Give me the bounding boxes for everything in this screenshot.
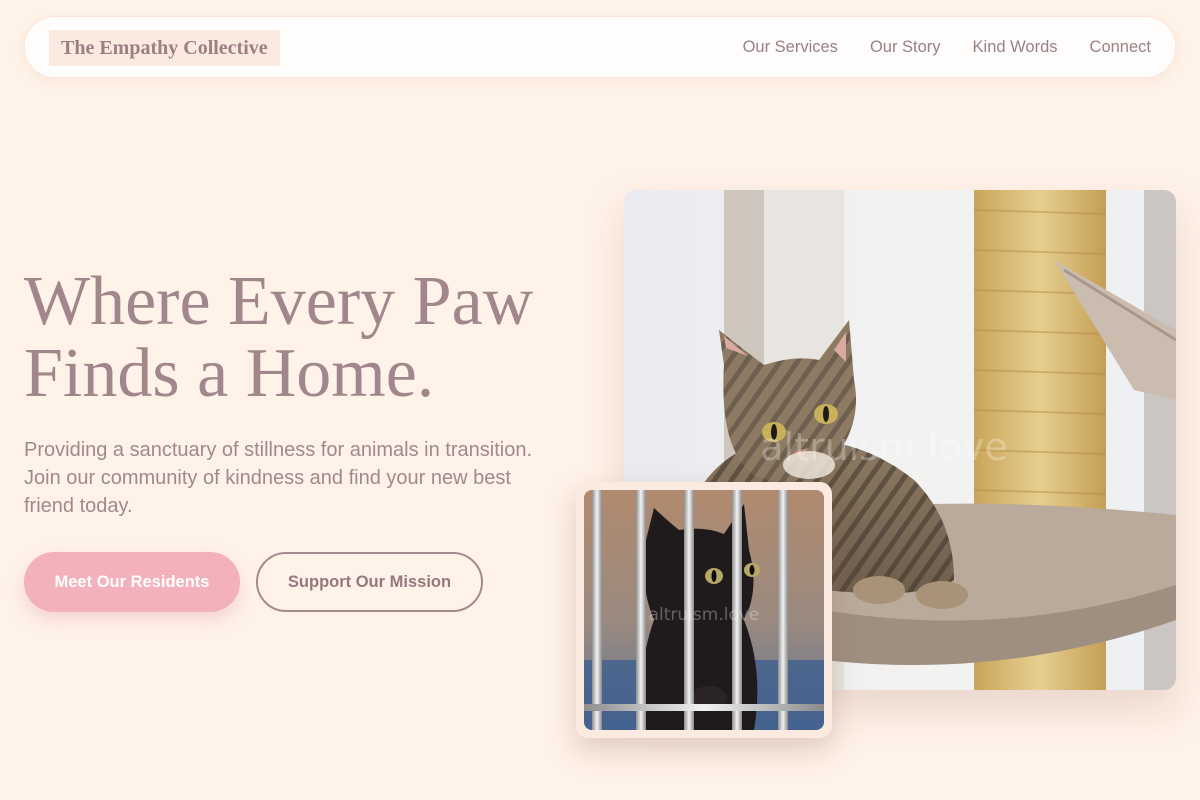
black-kitten-photo: altruism.love	[584, 490, 824, 730]
hero-title: Where Every Paw Finds a Home.	[24, 266, 584, 410]
main-photo-watermark: altruism.love	[760, 425, 1008, 469]
brand-logo[interactable]: The Empathy Collective	[49, 30, 280, 66]
nav-link-kind-words[interactable]: Kind Words	[973, 38, 1058, 57]
nav-link-our-services[interactable]: Our Services	[743, 38, 838, 57]
top-navbar: The Empathy Collective Our Services Our …	[24, 16, 1176, 78]
nav-link-our-story[interactable]: Our Story	[870, 38, 941, 57]
small-photo-watermark: altruism.love	[649, 605, 760, 625]
meet-our-residents-button[interactable]: Meet Our Residents	[24, 552, 240, 612]
nav-links: Our Services Our Story Kind Words Connec…	[743, 17, 1151, 77]
hero-title-line-1: Where Every Paw	[24, 263, 534, 340]
hero-subtitle: Providing a sanctuary of stillness for a…	[24, 439, 533, 517]
kitten-photo-card: altruism.love	[576, 482, 832, 738]
support-our-mission-button[interactable]: Support Our Mission	[256, 552, 483, 612]
nav-link-connect[interactable]: Connect	[1090, 38, 1151, 57]
hero-title-line-2: Finds a Home.	[24, 335, 435, 412]
